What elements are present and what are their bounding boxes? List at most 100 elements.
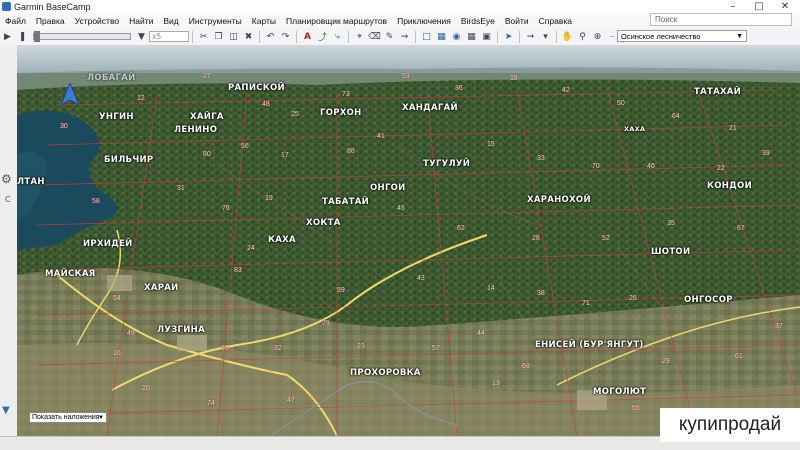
quarter-number: 27	[203, 73, 211, 80]
quarter-number: 42	[562, 87, 570, 94]
menu-device[interactable]: Устройство	[70, 16, 124, 26]
town-label: ЛТАН	[17, 177, 45, 187]
quarter-number: 12	[137, 95, 145, 102]
town-label: ХАРАИ	[144, 283, 179, 293]
quarter-number: 22	[717, 165, 725, 172]
town-label: ИРХИДЕЙ	[83, 239, 133, 249]
quarter-number: 24	[247, 245, 255, 252]
zoom-icon[interactable]: ⚲	[576, 30, 589, 43]
globe-icon[interactable]: ◉	[450, 30, 463, 43]
town-label: МОГОЛЮТ	[593, 387, 647, 397]
maximize-icon[interactable]: □	[746, 0, 772, 13]
quarter-number: 71	[582, 300, 590, 307]
quarter-number: 16	[113, 350, 121, 357]
town-label: ТАБАТАЙ	[322, 197, 370, 207]
compass-arrow-icon[interactable]	[61, 83, 79, 105]
quarter-number: 46	[647, 163, 655, 170]
play-icon[interactable]: ▶	[1, 30, 14, 43]
minimize-icon[interactable]: –	[720, 0, 746, 13]
separator	[556, 30, 557, 43]
zoom-select[interactable]: x5	[149, 31, 189, 42]
quarter-number: 18	[510, 75, 518, 82]
quarter-number: 39	[762, 150, 770, 157]
menu-find[interactable]: Найти	[124, 16, 158, 26]
pause-icon[interactable]: ❚	[16, 30, 29, 43]
cut-icon[interactable]: ✂	[197, 30, 210, 43]
copy-icon[interactable]: ❐	[212, 30, 225, 43]
chevron-down-icon: ▼	[98, 415, 104, 421]
town-label: БИЛЬЧИР	[104, 155, 154, 165]
divide-icon[interactable]: ⇝	[398, 30, 411, 43]
overlay-select-label: Показать наложения	[32, 414, 100, 421]
grid-icon[interactable]: ▦	[465, 30, 478, 43]
3d-view-icon[interactable]: ▦	[435, 30, 448, 43]
quarter-number: 80	[203, 151, 211, 158]
2d-view-icon[interactable]: □	[420, 30, 433, 43]
town-label: ЛУЗГИНА	[157, 325, 205, 335]
filter-icon[interactable]: ▼	[2, 405, 10, 416]
quarter-number: 37	[775, 323, 783, 330]
separator	[415, 30, 416, 43]
small-place-label: ХАХА	[624, 125, 646, 133]
quarter-number: 45	[397, 205, 405, 212]
quarter-number: 62	[457, 225, 465, 232]
menu-adventures[interactable]: Приключения	[392, 16, 456, 26]
eraser-icon[interactable]: ⌫	[368, 30, 381, 43]
slider-thumb[interactable]	[34, 31, 40, 42]
quarter-number: 33	[537, 155, 545, 162]
menu-route-planner[interactable]: Планировщик маршрутов	[281, 16, 392, 26]
quarter-number: 47	[287, 397, 295, 404]
menu-tools[interactable]: Инструменты	[184, 16, 247, 26]
menu-login[interactable]: Войти	[500, 16, 534, 26]
quarter-number: 14	[487, 285, 495, 292]
map-3d-view[interactable]: ЛОБАГАЙ РАПИСКОЙ УНГИН ХАЙГА ЛЕНИНО ГОРХ…	[17, 45, 800, 436]
paste-icon[interactable]: ◫	[227, 30, 240, 43]
menu-maps[interactable]: Карты	[247, 16, 281, 26]
text-tool-icon[interactable]: A	[301, 30, 314, 43]
quarter-number: 64	[672, 113, 680, 120]
close-icon[interactable]: ✕	[770, 0, 800, 13]
menu-help[interactable]: Справка	[534, 16, 577, 26]
separator	[519, 30, 520, 43]
dropdown-icon[interactable]: ▾	[539, 30, 552, 43]
map-product-select[interactable]: Осинское лесничество ▼	[617, 30, 747, 42]
quarter-number: 28	[532, 235, 540, 242]
undo-icon[interactable]: ↶	[264, 30, 277, 43]
measure-icon[interactable]: ⌖	[353, 30, 366, 43]
basecamp-app-icon	[2, 2, 11, 11]
pencil-icon[interactable]: ✎	[383, 30, 396, 43]
window-title: Garmin BaseCamp	[14, 1, 91, 12]
quarter-number: 67	[737, 225, 745, 232]
quarter-number: 65	[221, 345, 229, 352]
quarter-number: 48	[262, 101, 270, 108]
show-overlays-select[interactable]: Показать наложения ▼	[29, 412, 107, 423]
redo-icon[interactable]: ↷	[279, 30, 292, 43]
delete-icon[interactable]: ✖	[242, 30, 255, 43]
quarter-number: 30	[60, 123, 68, 130]
menu-file[interactable]: Файл	[0, 16, 31, 26]
town-label: ХАРАНОХОЙ	[527, 195, 591, 205]
send-icon[interactable]: ➤	[502, 30, 515, 43]
playback-slider[interactable]	[33, 31, 131, 42]
route-tool-icon[interactable]: ⤴	[316, 30, 329, 43]
menu-view[interactable]: Вид	[158, 16, 183, 26]
zoom-in-icon[interactable]: ⊕	[591, 30, 604, 43]
quarter-number: 55	[632, 405, 640, 412]
search-input[interactable]: Поиск	[650, 13, 792, 26]
town-label: ЛЕНИНО	[174, 125, 218, 135]
separator	[296, 30, 297, 43]
menu-birdseye[interactable]: BirdsEye	[456, 16, 500, 26]
menu-edit[interactable]: Правка	[31, 16, 70, 26]
shade-icon[interactable]: ▣	[480, 30, 493, 43]
speed-icon[interactable]: ▼	[135, 30, 148, 43]
arrow-tool-icon[interactable]: ➞	[524, 30, 537, 43]
gear-icon[interactable]: ⚙	[1, 172, 12, 186]
quarter-number: 17	[281, 152, 289, 159]
hand-icon[interactable]: ✋	[561, 30, 574, 43]
town-label: ЛОБАГАЙ	[87, 73, 136, 83]
town-label: ПРОХОРОВКА	[350, 368, 421, 378]
quarter-number: 76	[222, 205, 230, 212]
quarter-number: 41	[377, 133, 385, 140]
track-tool-icon[interactable]: ⤷	[331, 30, 344, 43]
quarter-number: 58	[92, 198, 100, 205]
